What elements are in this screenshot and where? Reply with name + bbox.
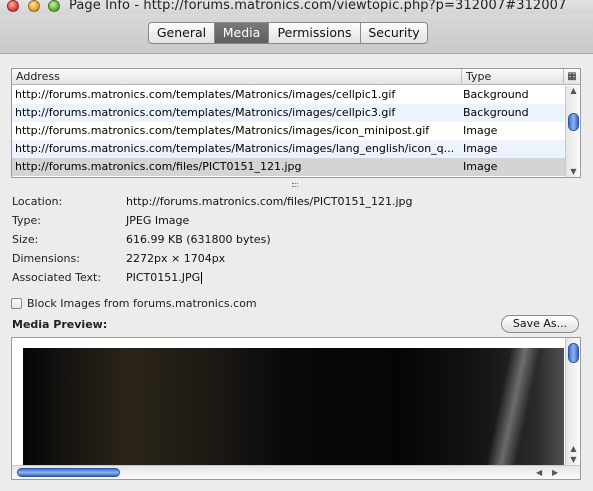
column-picker-icon[interactable]: ▦ [564, 69, 580, 85]
preview-image-highlight [485, 348, 541, 468]
table-row[interactable]: http://forums.matronics.com/templates/Ma… [12, 140, 565, 158]
tab-permissions[interactable]: Permissions [269, 23, 361, 43]
preview-vscroll-thumb[interactable] [568, 343, 579, 363]
address-cell: http://forums.matronics.com/templates/Ma… [15, 106, 396, 119]
column-header-address[interactable]: Address [12, 69, 462, 85]
scroll-down-icon[interactable]: ▼ [566, 455, 580, 465]
size-label: Size: [12, 233, 39, 246]
minimize-window-button[interactable] [28, 0, 40, 12]
zoom-window-button[interactable] [48, 0, 60, 12]
close-window-button[interactable] [7, 0, 19, 12]
associated-text-value: PICT0151.JPG [126, 271, 201, 284]
table-rows: http://forums.matronics.com/templates/Ma… [12, 86, 565, 176]
type-cell: Image [463, 124, 498, 137]
block-images-label: Block Images from forums.matronics.com [27, 297, 257, 310]
location-value: http://forums.matronics.com/files/PICT01… [126, 195, 413, 208]
location-label: Location: [12, 195, 63, 208]
toolbar: General Media Permissions Security [0, 14, 593, 54]
column-header-type[interactable]: Type [462, 69, 564, 85]
scroll-up-icon[interactable]: ▲ [566, 444, 580, 454]
table-row[interactable]: http://forums.matronics.com/templates/Ma… [12, 86, 565, 104]
media-preview: ▲ ▼ ◀ ▶ [11, 337, 581, 480]
associated-text-label: Associated Text: [12, 271, 102, 284]
scroll-down-icon[interactable]: ▼ [566, 167, 581, 177]
media-preview-label: Media Preview: [12, 318, 108, 331]
tab-media[interactable]: Media [215, 23, 269, 43]
tab-security[interactable]: Security [361, 23, 427, 43]
type-cell: Image [463, 142, 498, 155]
type-label: Type: [12, 214, 41, 227]
media-details: Location: http://forums.matronics.com/fi… [12, 192, 582, 287]
tab-bar: General Media Permissions Security [148, 22, 428, 44]
tab-general[interactable]: General [149, 23, 215, 43]
preview-image [23, 348, 564, 468]
type-cell: Image [463, 160, 498, 173]
checkbox-box[interactable] [11, 298, 22, 309]
window-title: Page Info - http://forums.matronics.com/… [69, 0, 567, 13]
type-cell: Background [463, 88, 529, 101]
title-bar: Page Info - http://forums.matronics.com/… [0, 0, 593, 14]
preview-vertical-scrollbar[interactable]: ▲ ▼ [565, 338, 580, 466]
splitter-handle[interactable] [292, 183, 298, 187]
dimensions-value: 2272px × 1704px [126, 252, 226, 265]
table-row[interactable]: http://forums.matronics.com/templates/Ma… [12, 122, 565, 140]
dimensions-label: Dimensions: [12, 252, 80, 265]
address-cell: http://forums.matronics.com/templates/Ma… [15, 142, 455, 155]
scroll-up-icon[interactable]: ▲ [566, 86, 581, 96]
save-as-button[interactable]: Save As... [501, 315, 579, 333]
table-row[interactable]: http://forums.matronics.com/templates/Ma… [12, 104, 565, 122]
preview-horizontal-scrollbar[interactable]: ◀ ▶ [12, 465, 580, 479]
block-images-checkbox[interactable]: Block Images from forums.matronics.com [11, 297, 257, 310]
scroll-thumb[interactable] [568, 113, 579, 131]
table-vertical-scrollbar[interactable]: ▲ ▼ [565, 86, 580, 177]
type-value: JPEG Image [126, 214, 190, 227]
preview-hscroll-thumb[interactable] [17, 468, 120, 477]
size-value: 616.99 KB (631800 bytes) [126, 233, 271, 246]
associated-text-field[interactable]: PICT0151.JPG [126, 268, 203, 287]
text-caret [201, 272, 203, 284]
media-table[interactable]: Address Type ▦ http://forums.matronics.c… [11, 68, 581, 178]
scroll-right-icon[interactable]: ▶ [552, 466, 558, 479]
table-header: Address Type ▦ [12, 69, 580, 85]
address-cell: http://forums.matronics.com/files/PICT01… [15, 160, 302, 173]
media-panel: Address Type ▦ http://forums.matronics.c… [0, 55, 593, 491]
address-cell: http://forums.matronics.com/templates/Ma… [15, 124, 430, 137]
table-row-selected[interactable]: http://forums.matronics.com/files/PICT01… [12, 158, 565, 176]
scroll-left-icon[interactable]: ◀ [536, 466, 542, 479]
address-cell: http://forums.matronics.com/templates/Ma… [15, 88, 396, 101]
type-cell: Background [463, 106, 529, 119]
